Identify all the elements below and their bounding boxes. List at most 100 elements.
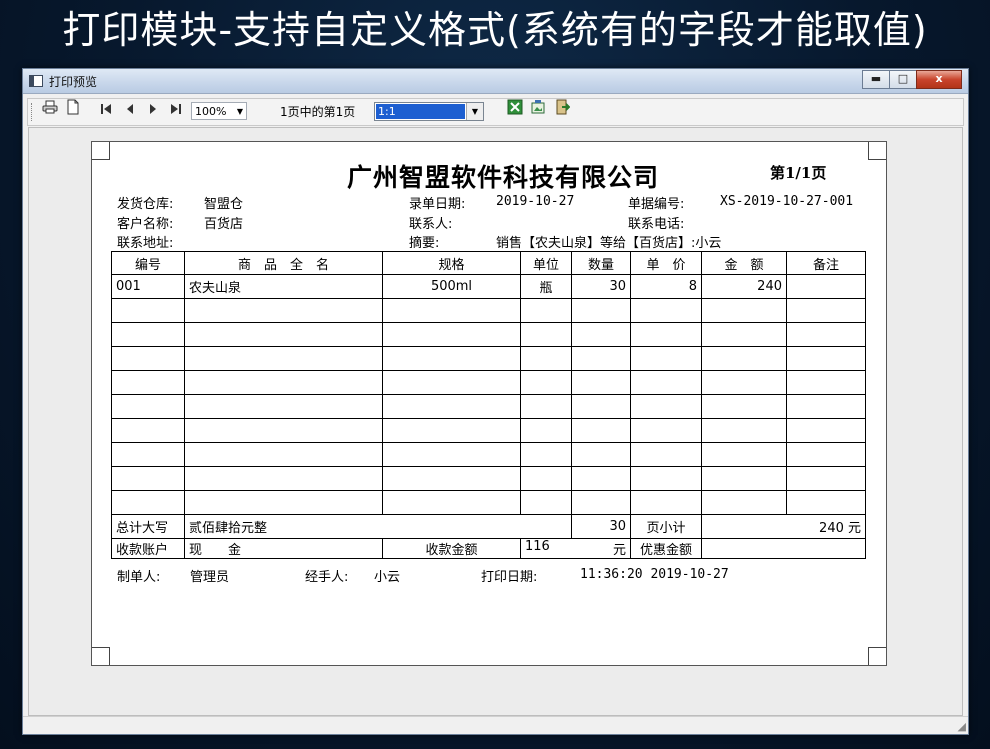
table-cell [786, 346, 866, 371]
table-cell [184, 322, 383, 347]
table-cell [571, 490, 631, 515]
table-cell [111, 442, 185, 467]
table-row-empty [111, 346, 866, 371]
crop-mark [92, 142, 110, 160]
table-cell [786, 298, 866, 323]
print-page: 广州智盟软件科技有限公司 第1/1页 发货仓库: 智盟仓 录单日期: 2019-… [91, 141, 887, 666]
account-label: 收款账户 [111, 538, 185, 559]
table-cell [382, 490, 521, 515]
print-date-label: 打印日期: [481, 570, 538, 585]
page-select[interactable]: 1:1 ▼ [374, 102, 484, 121]
table-cell [520, 418, 572, 443]
table-cell [184, 298, 383, 323]
warehouse-label: 发货仓库: [117, 197, 174, 212]
last-page-icon[interactable] [170, 99, 182, 125]
table-cell [382, 394, 521, 419]
docno-value: XS-2019-10-27-001 [720, 194, 854, 209]
page-select-value: 1:1 [376, 104, 465, 119]
total-label: 总计大写 [111, 514, 185, 539]
table-cell [571, 442, 631, 467]
table-cell [630, 322, 702, 347]
table-row-empty [111, 466, 866, 491]
page-info: 1页中的第1页 [280, 105, 356, 119]
toolbar-grip [31, 103, 35, 121]
first-page-icon[interactable] [100, 99, 112, 125]
column-header: 备注 [786, 251, 866, 275]
table-cell: 农夫山泉 [184, 274, 383, 299]
table-row-empty [111, 394, 866, 419]
table-cell [111, 490, 185, 515]
column-header: 数量 [571, 251, 631, 275]
table-cell [786, 322, 866, 347]
table-cell [111, 322, 185, 347]
table-cell [701, 442, 787, 467]
column-header: 单 价 [630, 251, 702, 275]
table-row-empty [111, 322, 866, 347]
table-cell [382, 418, 521, 443]
preview-area[interactable]: 广州智盟软件科技有限公司 第1/1页 发货仓库: 智盟仓 录单日期: 2019-… [28, 127, 963, 716]
table-cell [630, 418, 702, 443]
address-label: 联系地址: [117, 236, 174, 251]
title-bar: 打印预览 ▬ □ x [23, 69, 968, 94]
table-cell [571, 322, 631, 347]
table-row-empty [111, 298, 866, 323]
table-cell [520, 490, 572, 515]
table-cell [111, 346, 185, 371]
table-cell [111, 298, 185, 323]
minimize-button[interactable]: ▬ [862, 70, 890, 89]
column-header: 金 额 [701, 251, 787, 275]
payment-row: 收款账户现 金收款金额 元 116 优惠金额 [111, 538, 866, 559]
table-cell [701, 370, 787, 395]
maker-value: 管理员 [190, 570, 230, 585]
export-image-icon[interactable] [530, 99, 546, 125]
table-cell [701, 418, 787, 443]
table-cell [630, 370, 702, 395]
table-cell: 8 [630, 274, 702, 299]
table-cell [630, 298, 702, 323]
close-button[interactable]: x [916, 70, 962, 89]
received-value: 116 [525, 539, 550, 554]
table-cell [382, 298, 521, 323]
table-cell [701, 346, 787, 371]
table-cell [520, 466, 572, 491]
app-icon [29, 75, 43, 87]
printer-icon[interactable] [42, 99, 58, 125]
table-cell [184, 394, 383, 419]
table-cell [520, 322, 572, 347]
table-cell: 30 [571, 274, 631, 299]
table-cell: 瓶 [520, 274, 572, 299]
summary-value: 销售【农夫山泉】等给【百货店】:小云 [496, 236, 722, 251]
column-header: 商 品 全 名 [184, 251, 383, 275]
table-cell [786, 466, 866, 491]
table-cell [520, 394, 572, 419]
export-excel-icon[interactable] [507, 99, 523, 125]
column-header: 规格 [382, 251, 521, 275]
received-unit: 元 [612, 543, 626, 558]
maximize-button[interactable]: □ [889, 70, 917, 89]
zoom-select[interactable]: 100% ▼ [191, 102, 247, 120]
table-cell [630, 466, 702, 491]
window-title: 打印预览 [49, 75, 98, 89]
table-cell [184, 370, 383, 395]
table-cell [520, 370, 572, 395]
table-row-empty [111, 442, 866, 467]
handler-value: 小云 [374, 570, 401, 585]
total-quantity: 30 [571, 514, 631, 539]
table-row-empty [111, 490, 866, 515]
table-cell [701, 394, 787, 419]
table-cell [111, 394, 185, 419]
table-cell [571, 370, 631, 395]
table-row-empty [111, 418, 866, 443]
table-cell: 001 [111, 274, 185, 299]
resize-grip-icon[interactable]: ◢ [958, 720, 966, 733]
exit-icon[interactable] [554, 99, 571, 125]
next-page-icon[interactable] [148, 99, 158, 125]
table-cell [184, 466, 383, 491]
table-cell [630, 490, 702, 515]
prev-page-icon[interactable] [125, 99, 135, 125]
page-setup-icon[interactable] [66, 99, 80, 125]
docno-label: 单据编号: [628, 197, 685, 212]
table-cell [184, 346, 383, 371]
page-number: 第1/1页 [770, 164, 827, 182]
table-cell [520, 346, 572, 371]
